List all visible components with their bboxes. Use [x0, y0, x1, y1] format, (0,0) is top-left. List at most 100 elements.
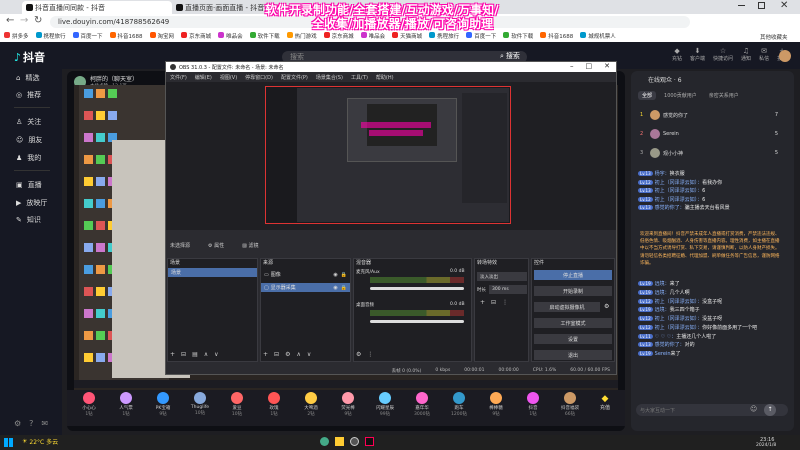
menu-scene-collection[interactable]: 场景集合(S) [316, 74, 343, 81]
transition-select[interactable]: 淡入淡出 [477, 272, 527, 281]
menu-edit[interactable]: 编辑(E) [195, 74, 212, 81]
reload-icon[interactable]: ↻ [34, 15, 42, 26]
bookmark-item[interactable]: 淘宝网 [149, 32, 174, 40]
maximize-icon[interactable]: □ [586, 62, 593, 70]
remove-icon[interactable]: ⊟ [274, 351, 279, 358]
menu-file[interactable]: 文件(F) [170, 74, 187, 81]
close-button[interactable]: ✕ [780, 0, 792, 12]
exit-button[interactable]: 退出 [534, 350, 612, 360]
bookmark-item[interactable]: 软件下载 [249, 32, 280, 40]
stop-streaming-button[interactable]: 停止直播 [534, 270, 612, 280]
properties-button[interactable]: ⚙ 属性 [208, 242, 224, 249]
maximize-button[interactable] [758, 2, 765, 9]
bookmark-item[interactable]: 天猫商城 [392, 32, 422, 40]
browser-icon[interactable] [320, 437, 329, 446]
gift-item[interactable]: Thuglife 10钻 [183, 392, 217, 416]
nav-item-knowledge[interactable]: ✎ 知识 [16, 215, 41, 225]
gift-item[interactable]: 抖音 1钻 [516, 392, 550, 417]
header-action[interactable]: ♫ 通知 [741, 47, 751, 62]
menu-tools[interactable]: 工具(T) [351, 74, 368, 81]
nav-item-live[interactable]: ▣ 直播 [16, 180, 42, 190]
settings-icon[interactable]: ⚙ [14, 419, 21, 428]
menu-help[interactable]: 帮助(H) [376, 74, 394, 81]
gift-item[interactable]: 抖音福袋 66钻 [553, 392, 587, 417]
more-icon[interactable]: ⋮ [367, 351, 373, 358]
header-action[interactable]: ☆ 快捷访问 [713, 47, 733, 62]
scene-item[interactable]: 场景 [168, 268, 257, 277]
lock-icon[interactable]: 🔒 [341, 272, 347, 278]
bookmark-item[interactable]: 携程旅行 [429, 32, 459, 40]
help-icon[interactable]: ? [29, 419, 33, 428]
menu-profile[interactable]: 配置文件(P) [281, 74, 308, 81]
emoji-icon[interactable]: ☺ [750, 405, 757, 413]
bookmark-item[interactable]: 唯品会 [218, 32, 243, 40]
bookmark-item[interactable]: 京东商城 [323, 32, 354, 40]
chat-user[interactable]: 远境： [655, 281, 670, 287]
filter-icon[interactable]: ▤ [192, 351, 198, 358]
filters-button[interactable]: ▨ 滤镜 [242, 242, 258, 249]
folder-icon[interactable] [335, 437, 344, 446]
send-button[interactable]: 发送↑ [764, 404, 776, 416]
bookmark-item[interactable]: 唯品会 [360, 32, 385, 40]
volume-slider[interactable] [370, 320, 464, 323]
nav-item-following[interactable]: ♙ 关注 [16, 117, 41, 127]
remove-icon[interactable]: ⊟ [181, 351, 186, 358]
close-icon[interactable]: ✕ [604, 62, 610, 70]
chat-user[interactable]: 初上（冈泽漂云如）： [655, 316, 703, 322]
chat-user[interactable]: ♡ ♡ ♡： [655, 334, 677, 340]
nav-item-friends[interactable]: ☺ 朋友 [16, 135, 42, 145]
gift-item[interactable]: 爱豆 10钻 [220, 392, 254, 417]
bookmarks-more[interactable]: 其他收藏夹 [760, 33, 788, 41]
bookmark-item[interactable]: 拼多多 [4, 32, 29, 40]
bookmark-item[interactable]: 热门游戏 [286, 32, 317, 40]
gift-item[interactable]: 人气票 1钻 [109, 392, 143, 417]
search-button[interactable]: ⌕ 搜索 [500, 51, 520, 61]
source-item[interactable]: ▢ 显示器采集 ◉ 🔒 [261, 283, 350, 292]
lock-icon[interactable]: 🔒 [341, 285, 347, 291]
bookmark-item[interactable]: 城规机票人 [580, 32, 616, 40]
settings-button[interactable]: 设置 [534, 334, 612, 344]
minimize-button[interactable] [738, 5, 745, 6]
up-icon[interactable]: ∧ [204, 351, 208, 358]
chat-user[interactable]: 初上（冈泽漂云如）： [655, 180, 703, 186]
weather-widget[interactable]: ☀ 22°C 多云 [22, 437, 58, 446]
minimize-icon[interactable]: – [570, 62, 574, 70]
down-icon[interactable]: ∨ [307, 351, 311, 358]
rank-item[interactable]: 2 Serein 5 [640, 129, 778, 139]
duration-input[interactable]: 300 ms [489, 285, 527, 294]
tab-all[interactable]: 全部 [638, 91, 657, 100]
gift-item[interactable]: 大啤酒 2钻 [294, 392, 328, 417]
gear-icon[interactable]: ⚙ [604, 303, 609, 310]
chat-user[interactable]: 初上（冈泽漂云如）： [655, 197, 703, 203]
gift-item[interactable]: 荧光棒 9钻 [331, 392, 365, 417]
gift-item[interactable]: 小心心 1钻 [72, 392, 106, 417]
menu-view[interactable]: 视图(V) [220, 74, 237, 81]
bookmark-item[interactable]: 百度一下 [72, 32, 103, 40]
obs-app-icon[interactable] [350, 437, 359, 446]
visibility-icon[interactable]: ◉ [333, 272, 337, 278]
forward-icon[interactable]: → [20, 15, 28, 26]
gift-item[interactable]: 玫瑰 1钻 [257, 392, 291, 417]
gift-item[interactable]: PK宝箱 9钻 [146, 392, 180, 417]
add-icon[interactable]: + [170, 351, 175, 358]
bookmark-item[interactable]: 京东商城 [181, 32, 211, 40]
gift-item[interactable]: 闪耀星辰 99钻 [368, 392, 402, 417]
add-icon[interactable]: + [263, 351, 268, 358]
add-icon[interactable]: + [480, 299, 485, 306]
nav-item-cinema[interactable]: ▶ 放映厅 [16, 198, 47, 208]
header-action[interactable]: ✉ 私信 [759, 47, 769, 62]
gear-icon[interactable]: ⚙ [356, 351, 361, 358]
tab-close[interactable]: 亲密关系用户 [705, 91, 743, 100]
bookmark-item[interactable]: 携程旅行 [35, 32, 66, 40]
back-icon[interactable]: ← [6, 15, 14, 26]
more-icon[interactable]: ⋮ [502, 299, 508, 306]
bookmark-item[interactable]: 软件下载 [503, 32, 533, 40]
douyin-app-icon[interactable] [365, 437, 374, 446]
visibility-icon[interactable]: ◉ [333, 285, 337, 291]
start-recording-button[interactable]: 开始录制 [534, 286, 612, 296]
chat-user[interactable]: 初上（冈泽漂云如）： [655, 325, 703, 331]
chat-user[interactable]: 远境： [655, 307, 670, 313]
header-action[interactable]: ⬇ 客户端 [690, 47, 705, 62]
nav-item-recommend[interactable]: ◎ 推荐 [16, 90, 41, 100]
rank-item[interactable]: 3 观小小神 5 [640, 148, 778, 158]
